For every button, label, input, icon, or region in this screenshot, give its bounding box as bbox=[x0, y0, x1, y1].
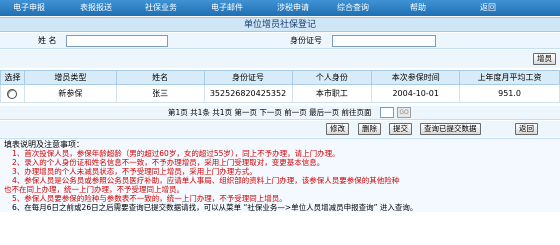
pagination: 第1页 共1条 共1页 第一页 下一页 前一页 最后一页 前往页面 GO bbox=[0, 106, 560, 120]
go-button[interactable]: GO bbox=[397, 107, 411, 118]
nav-social-security[interactable]: 社保业务 bbox=[136, 0, 186, 16]
note-item: 4、参保人员是公务员或参照公务员医疗补助，应请单人事局、组织部的资料上门办理，该… bbox=[12, 176, 400, 185]
nav-email[interactable]: 电子邮件 bbox=[202, 0, 252, 16]
name-label: 姓 名 bbox=[38, 36, 57, 45]
notes-title: 填表说明及注意事项： bbox=[4, 140, 84, 149]
top-nav: 电子申报 表报报送 社保业务 电子邮件 涉税申请 综合查询 帮助 返回 bbox=[0, 0, 560, 16]
page-number-input[interactable] bbox=[380, 107, 394, 118]
return-button[interactable]: 返回 bbox=[515, 123, 538, 135]
note-item: 3、办理增员的个人未减员状态，不予受理同上增员，采用上门办理方式。 bbox=[12, 167, 257, 176]
note-item: 6、在每月6日之前或26日之后需要查询已提交数据请找，可以从菜单 “社保业务—>… bbox=[12, 203, 418, 212]
add-row: 增员 bbox=[0, 50, 560, 68]
search-row: 姓 名 身份证号 bbox=[0, 33, 560, 49]
nav-e-declare[interactable]: 电子申报 bbox=[4, 0, 54, 16]
id-input[interactable] bbox=[332, 35, 436, 47]
add-member-button[interactable]: 增员 bbox=[533, 53, 556, 65]
query-submitted-button[interactable]: 查询已提交数据 bbox=[420, 123, 481, 135]
delete-button[interactable]: 删除 bbox=[358, 123, 381, 135]
table-header-row: 选择 增员类型 姓名 身份证号 个人身份 本次参保时间 上年度月平均工资 bbox=[0, 70, 560, 85]
nav-help[interactable]: 帮助 bbox=[398, 0, 438, 16]
col-select: 选择 bbox=[0, 70, 25, 85]
nav-tax-apply[interactable]: 涉税申请 bbox=[268, 0, 318, 16]
col-id: 身份证号 bbox=[203, 70, 293, 85]
note-item: 2、录入的个人身份证和姓名信息不一致，不予办理增员，采用上门受理取对，变更基本信… bbox=[12, 158, 325, 167]
col-identity: 个人身份 bbox=[291, 70, 373, 85]
id-label: 身份证号 bbox=[290, 36, 322, 45]
row-salary: 951.0 bbox=[459, 84, 560, 103]
edit-button[interactable]: 修改 bbox=[326, 123, 349, 135]
note-item: 1、首次投保人员，参保年龄超龄（男的超过60岁，女的超过55岁），同上不予办理，… bbox=[12, 149, 340, 158]
member-table: 选择 增员类型 姓名 身份证号 个人身份 本次参保时间 上年度月平均工资 新参保… bbox=[0, 70, 560, 103]
row-select-cell bbox=[0, 84, 25, 103]
note-item: 也不在同上办理，统一上门办理，不予受理同上增员。 bbox=[4, 185, 184, 194]
submit-button[interactable]: 提交 bbox=[389, 123, 412, 135]
row-select-radio[interactable] bbox=[7, 88, 18, 99]
action-row: 修改 删除 提交 查询已提交数据 返回 bbox=[0, 121, 560, 137]
nav-back[interactable]: 返回 bbox=[468, 0, 508, 16]
nav-report-submit[interactable]: 表报报送 bbox=[66, 0, 126, 16]
col-start-date: 本次参保时间 bbox=[371, 70, 461, 85]
pagination-text: 第1页 共1条 共1页 第一页 下一页 前一页 最后一页 前往页面 bbox=[168, 108, 372, 117]
col-salary: 上年度月平均工资 bbox=[459, 70, 560, 85]
page-title: 单位增员社保登记 bbox=[0, 17, 560, 32]
notes-panel: 填表说明及注意事项： 1、首次投保人员，参保年龄超龄（男的超过60岁，女的超过5… bbox=[0, 138, 560, 212]
table-row: 新参保 张三 352526820425352 本市职工 2004-10-01 9… bbox=[0, 84, 560, 103]
name-input[interactable] bbox=[66, 35, 168, 47]
note-item: 5、参保人员要参保的险种与参数表不一致的，统一上门办理，不予受理同上增员。 bbox=[12, 194, 287, 203]
col-type: 增员类型 bbox=[23, 70, 117, 85]
nav-query[interactable]: 综合查询 bbox=[328, 0, 378, 16]
row-start-date: 2004-10-01 bbox=[371, 84, 461, 103]
row-name: 张三 bbox=[115, 84, 205, 103]
col-name: 姓名 bbox=[115, 70, 205, 85]
row-type: 新参保 bbox=[23, 84, 117, 103]
row-id: 352526820425352 bbox=[203, 84, 293, 103]
row-identity: 本市职工 bbox=[291, 84, 373, 103]
